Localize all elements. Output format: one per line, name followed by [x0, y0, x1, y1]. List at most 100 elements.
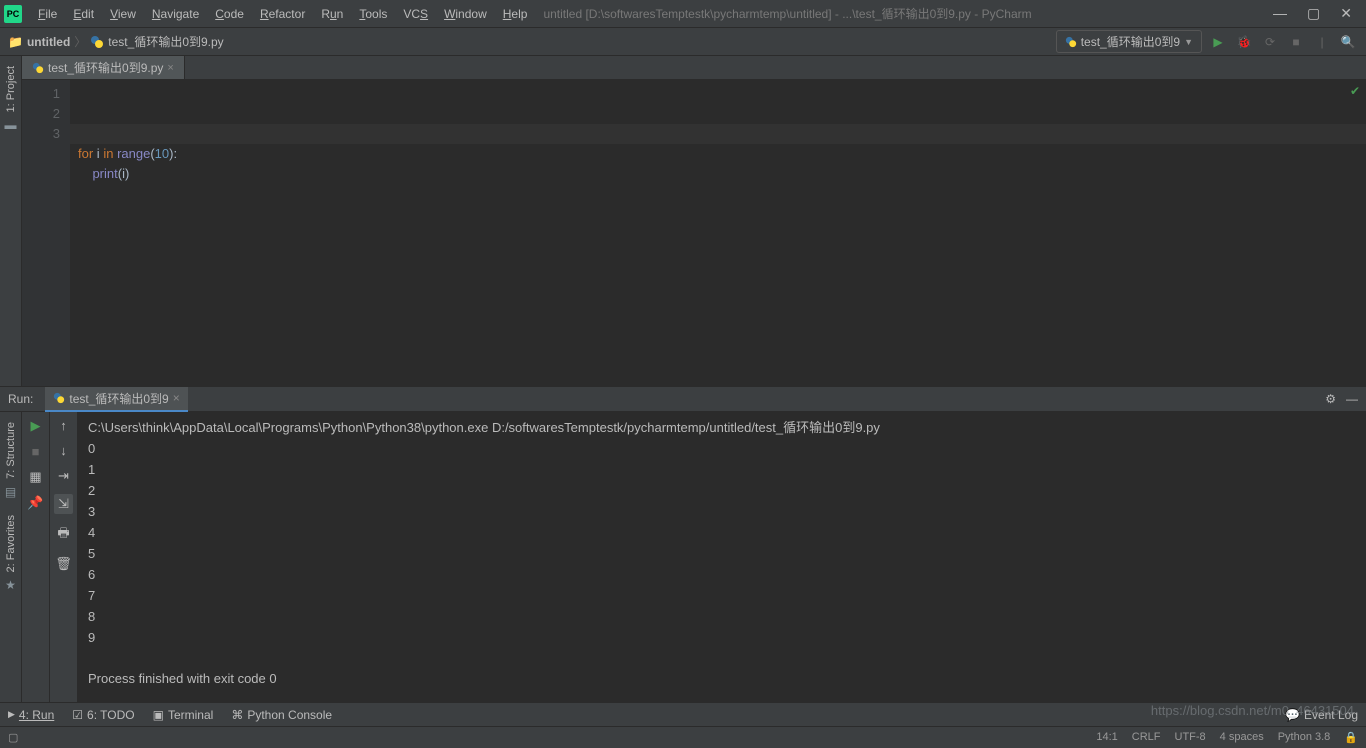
console-line: 0	[88, 441, 95, 456]
sidebar-project-tab[interactable]: 1: Project	[5, 66, 17, 112]
navigation-bar: 📁 untitled 〉 test_循环输出0到9.py test_循环输出0到…	[0, 28, 1366, 56]
menu-navigate[interactable]: Navigate	[146, 5, 205, 23]
python-console-icon: ⌘	[231, 708, 243, 722]
menu-view[interactable]: View	[104, 5, 142, 23]
separator: |	[1312, 35, 1332, 49]
lock-icon[interactable]: 🔒	[1344, 731, 1358, 744]
line-number: 1	[22, 84, 60, 104]
nav-right: test_循环输出0到9 ▼ ▶ 🐞 ⟳ ■ | 🔍	[1056, 30, 1358, 53]
run-panel-label: Run:	[8, 392, 33, 406]
stop-button[interactable]: ■	[1286, 35, 1306, 49]
python-file-icon	[90, 35, 104, 49]
coverage-button[interactable]: ⟳	[1260, 35, 1280, 49]
bottom-tab-terminal[interactable]: ▣ Terminal	[153, 708, 214, 722]
run-tab-label: test_循环输出0到9	[69, 390, 168, 407]
editor: test_循环输出0到9.py × 1 2 3 for i in range(1…	[22, 56, 1366, 386]
bottom-tab-run[interactable]: ▶ 4: Run	[8, 708, 54, 722]
terminal-icon: ▣	[153, 708, 164, 722]
console-exit: Process finished with exit code 0	[88, 671, 277, 686]
console-line: 7	[88, 588, 95, 603]
menu-tools[interactable]: Tools	[353, 5, 393, 23]
delete-icon[interactable]: 🗑	[55, 556, 72, 572]
gear-icon[interactable]: ⚙	[1325, 392, 1336, 406]
console-output[interactable]: C:\Users\think\AppData\Local\Programs\Py…	[78, 412, 1366, 702]
console-line: 2	[88, 483, 95, 498]
line-number: 3	[22, 124, 60, 144]
project-icon[interactable]: ▬	[5, 118, 17, 132]
close-icon[interactable]: ✕	[1340, 5, 1352, 22]
pin-icon[interactable]: 📌	[27, 495, 43, 511]
menu-help[interactable]: Help	[497, 5, 534, 23]
run-button[interactable]: ▶	[1208, 35, 1228, 49]
encoding[interactable]: UTF-8	[1175, 731, 1206, 744]
sidebar-structure-tab[interactable]: 7: Structure	[5, 422, 17, 479]
code-content: for i in range(10): print(i)	[78, 144, 1358, 184]
bottom-tab-event-log[interactable]: Event Log	[1304, 708, 1358, 722]
python-interpreter[interactable]: Python 3.8	[1278, 731, 1331, 744]
breadcrumb: 📁 untitled 〉 test_循环输出0到9.py	[8, 33, 224, 50]
bottom-tab-todo[interactable]: ☑ 6: TODO	[72, 708, 134, 722]
scroll-to-end-icon[interactable]: ⇲	[54, 494, 73, 514]
stop-run-button[interactable]: ■	[32, 444, 40, 459]
window-controls: — ▢ ✕	[1273, 5, 1362, 22]
up-arrow-icon[interactable]: ↑	[60, 418, 67, 433]
console-line: 4	[88, 525, 95, 540]
layout-icon[interactable]: ▦	[29, 469, 41, 485]
file-tabs: test_循环输出0到9.py ×	[22, 56, 1366, 80]
star-icon[interactable]: ★	[5, 578, 16, 592]
chevron-down-icon: ▼	[1184, 37, 1193, 47]
run-toolbar-secondary: ↑ ↓ ⇥ ⇲ 🖶 🗑	[50, 412, 78, 702]
search-everywhere-icon[interactable]: 🔍	[1338, 35, 1358, 49]
run-panel-controls: ⚙ —	[1325, 392, 1358, 406]
rerun-button[interactable]: ▶	[31, 418, 41, 434]
menu-file[interactable]: File	[32, 5, 63, 23]
run-panel-header: Run: test_循环输出0到9 × ⚙ —	[0, 386, 1366, 412]
hide-panel-icon[interactable]: —	[1346, 392, 1358, 406]
file-tab[interactable]: test_循环输出0到9.py ×	[22, 56, 185, 79]
run-panel-tab[interactable]: test_循环输出0到9 ×	[45, 387, 187, 412]
inspection-ok-icon[interactable]: ✔	[1350, 84, 1360, 98]
gutter-line-numbers: 1 2 3	[22, 80, 70, 386]
editor-body[interactable]: 1 2 3 for i in range(10): print(i) ✔	[22, 80, 1366, 386]
print-icon[interactable]: 🖶	[57, 524, 69, 546]
titlebar: PC File Edit View Navigate Code Refactor…	[0, 0, 1366, 28]
bottom-tool-tabs: ▶ 4: Run ☑ 6: TODO ▣ Terminal ⌘ Python C…	[0, 702, 1366, 726]
close-tab-icon[interactable]: ×	[167, 62, 173, 74]
console-line: 3	[88, 504, 95, 519]
structure-icon[interactable]: ▤	[5, 485, 16, 499]
menu-edit[interactable]: Edit	[67, 5, 100, 23]
menu-vcs[interactable]: VCS	[397, 5, 434, 23]
close-run-tab-icon[interactable]: ×	[173, 391, 180, 405]
console-line: 1	[88, 462, 95, 477]
console-line: 9	[88, 630, 95, 645]
run-structure-row: 7: Structure ▤ 2: Favorites ★ ▶ ■ ▦ 📌 ↑ …	[0, 412, 1366, 702]
left-tool-strip-top: 1: Project ▬	[0, 56, 22, 386]
line-number: 2	[22, 104, 60, 124]
console-line: 8	[88, 609, 95, 624]
run-body: ▶ ■ ▦ 📌 ↑ ↓ ⇥ ⇲ 🖶 🗑 C:\Users\think\AppDa…	[22, 412, 1366, 702]
line-separator[interactable]: CRLF	[1132, 731, 1161, 744]
bottom-tab-python-console[interactable]: ⌘ Python Console	[231, 708, 332, 722]
menu-refactor[interactable]: Refactor	[254, 5, 311, 23]
minimize-icon[interactable]: —	[1273, 5, 1287, 22]
current-line-highlight	[70, 124, 1366, 144]
menu-window[interactable]: Window	[438, 5, 493, 23]
down-arrow-icon[interactable]: ↓	[60, 443, 67, 458]
event-log-icon: 💬	[1285, 708, 1300, 722]
status-bar: ▢ 14:1 CRLF UTF-8 4 spaces Python 3.8 🔒	[0, 726, 1366, 748]
breadcrumb-project[interactable]: untitled	[27, 35, 70, 49]
maximize-icon[interactable]: ▢	[1307, 5, 1320, 22]
menu-code[interactable]: Code	[209, 5, 250, 23]
breadcrumb-file[interactable]: test_循环输出0到9.py	[108, 33, 223, 50]
status-panel-icon[interactable]: ▢	[8, 731, 18, 744]
cursor-position[interactable]: 14:1	[1096, 731, 1117, 744]
window-title: untitled [D:\softwaresTemptestk\pycharmt…	[543, 5, 1031, 22]
run-config-selector[interactable]: test_循环输出0到9 ▼	[1056, 30, 1202, 53]
debug-button[interactable]: 🐞	[1234, 35, 1254, 49]
sidebar-favorites-tab[interactable]: 2: Favorites	[5, 515, 17, 572]
main-area: 1: Project ▬ test_循环输出0到9.py × 1 2 3 for…	[0, 56, 1366, 386]
code-area[interactable]: for i in range(10): print(i)	[70, 80, 1366, 386]
menu-run[interactable]: Run	[315, 5, 349, 23]
soft-wrap-icon[interactable]: ⇥	[58, 468, 69, 484]
indent[interactable]: 4 spaces	[1220, 731, 1264, 744]
